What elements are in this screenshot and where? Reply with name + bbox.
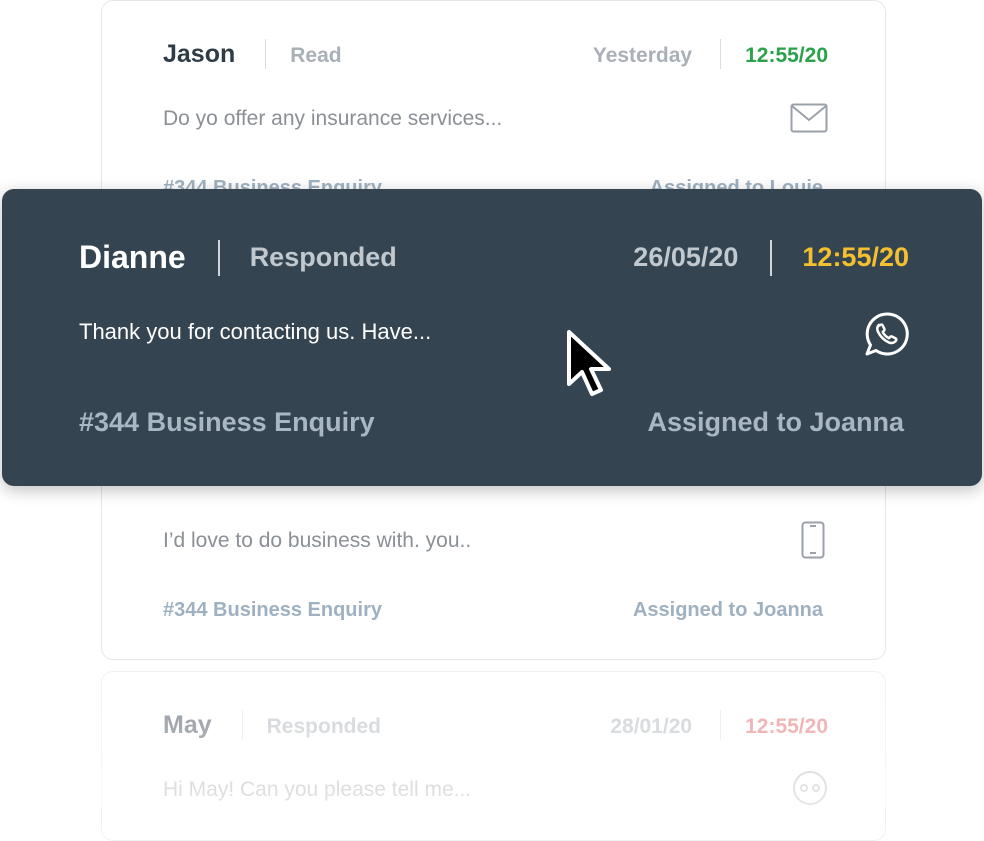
whatsapp-icon <box>864 311 910 362</box>
phone-icon <box>801 521 825 564</box>
date-label: 26/05/20 <box>633 242 739 272</box>
time-label: 12:55/20 <box>745 715 828 738</box>
divider <box>217 239 220 276</box>
mouse-pointer-icon <box>565 328 617 405</box>
divider <box>720 39 722 69</box>
divider <box>770 239 773 276</box>
enquiry-tag[interactable]: #344 Business Enquiry <box>163 599 382 622</box>
assigned-label: Assigned to Joanna <box>632 599 823 621</box>
status-label: Read <box>290 44 342 67</box>
card-header: May Responded 28/01/20 12:55/20 <box>163 710 828 740</box>
date-label: 28/01/20 <box>610 715 693 738</box>
status-label: Responded <box>266 715 381 738</box>
message-snippet: Do yo offer any insurance services... <box>163 107 503 130</box>
conversation-card-may[interactable]: May Responded 28/01/20 12:55/20 Hi May! … <box>101 671 886 841</box>
message-snippet: I’d love to do business with. you.. <box>163 529 472 552</box>
divider <box>720 710 722 740</box>
card-header: Dianne Responded 26/05/20 12:55/20 <box>79 239 909 276</box>
time-label: 12:55/20 <box>802 242 909 272</box>
divider <box>265 39 267 69</box>
contact-name: Dianne <box>79 239 186 275</box>
message-snippet: Thank you for contacting us. Have... <box>79 319 432 344</box>
conversation-card-dianne-highlighted[interactable]: Dianne Responded 26/05/20 12:55/20 Thank… <box>2 189 982 486</box>
date-label: Yesterday <box>592 44 693 67</box>
divider <box>241 710 243 740</box>
contact-name: May <box>163 710 212 739</box>
enquiry-tag[interactable]: #344 Business Enquiry <box>79 407 375 438</box>
status-label: Responded <box>249 242 397 272</box>
contact-name: Jason <box>163 39 236 68</box>
chat-bot-icon <box>790 770 830 811</box>
card-header: Jason Read Yesterday 12:55/20 <box>163 39 828 69</box>
time-label: 12:55/20 <box>745 44 828 67</box>
assigned-label: Assigned to Joanna <box>647 407 904 437</box>
mail-icon <box>790 103 828 138</box>
message-snippet: Hi May! Can you please tell me... <box>163 778 472 801</box>
